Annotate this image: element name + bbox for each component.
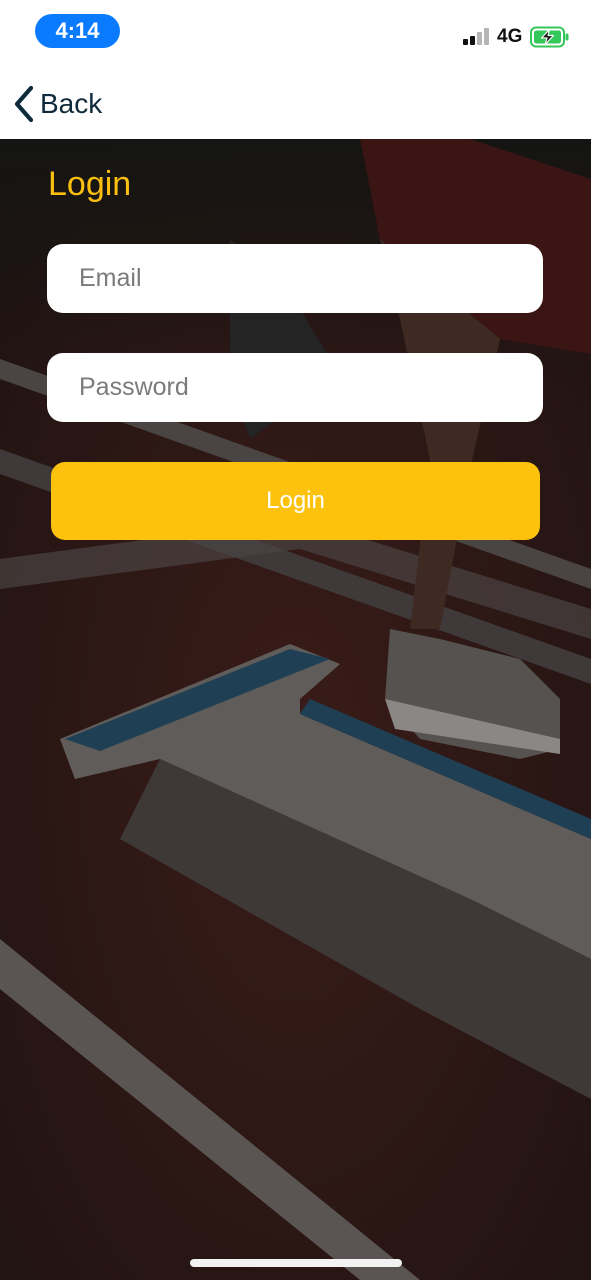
back-button[interactable]: Back bbox=[12, 84, 102, 124]
login-button[interactable]: Login bbox=[51, 462, 540, 540]
signal-icon bbox=[463, 28, 489, 45]
battery-charging-icon bbox=[530, 26, 569, 48]
login-title: Login bbox=[48, 165, 132, 203]
password-field[interactable] bbox=[47, 353, 543, 422]
status-bar: 4:14 4G bbox=[0, 0, 591, 66]
network-type-label: 4G bbox=[497, 26, 523, 47]
navigation-bar: Back bbox=[0, 66, 591, 139]
status-time: 4:14 bbox=[35, 14, 120, 48]
chevron-left-icon bbox=[14, 85, 34, 123]
back-label: Back bbox=[40, 88, 103, 119]
home-indicator[interactable] bbox=[190, 1259, 402, 1267]
email-field[interactable] bbox=[47, 244, 543, 313]
